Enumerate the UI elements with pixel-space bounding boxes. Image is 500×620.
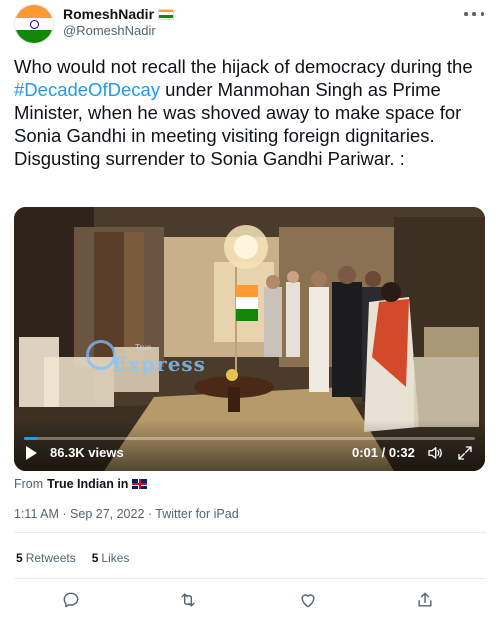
tweet-actions — [14, 588, 486, 614]
watermark-small-text: True — [135, 343, 152, 352]
hashtag-link[interactable]: #DecadeOfDecay — [14, 79, 160, 100]
tweet-card: RomeshNadir @RomeshNadir Who would not r… — [0, 0, 500, 620]
likes-label: Likes — [101, 551, 130, 565]
retweets-stat[interactable]: 5 Retweets — [16, 551, 76, 565]
view-count: 86.3K views — [50, 445, 124, 460]
more-options-icon[interactable] — [464, 8, 484, 20]
display-name[interactable]: RomeshNadir — [63, 6, 154, 22]
retweets-count: 5 — [16, 551, 23, 565]
like-icon[interactable] — [298, 590, 318, 610]
tweet-text-start: Who would not recall the hijack of democ… — [14, 56, 473, 77]
watermark-text: Express — [112, 352, 206, 376]
uk-flag-icon — [132, 479, 148, 489]
retweet-icon[interactable] — [178, 590, 198, 610]
engagement-stats: 5 Retweets 5 Likes — [16, 551, 129, 565]
reply-icon[interactable] — [61, 590, 81, 610]
likes-stat[interactable]: 5 Likes — [92, 551, 130, 565]
avatar[interactable] — [14, 4, 54, 44]
source-name[interactable]: True Indian in — [47, 477, 128, 491]
likes-count: 5 — [91, 551, 99, 565]
author-name-row[interactable]: RomeshNadir — [63, 6, 175, 22]
video-time: 0:01 / 0:32 — [352, 445, 415, 460]
tweet-timestamp[interactable]: 1:11 AM · Sep 27, 2022 · Twitter for iPa… — [14, 507, 239, 521]
source-prefix: From — [14, 477, 44, 491]
play-icon[interactable] — [26, 446, 37, 460]
fullscreen-icon[interactable] — [456, 444, 474, 462]
share-icon[interactable] — [415, 590, 435, 610]
tweet-text: Who would not recall the hijack of democ… — [14, 55, 486, 170]
video-progress-bar[interactable] — [24, 437, 475, 440]
divider — [14, 578, 486, 579]
retweets-label: Retweets — [25, 551, 76, 565]
video-progress-fill — [24, 437, 38, 440]
divider — [14, 532, 486, 533]
india-flag-icon — [158, 8, 175, 20]
video-source: From True Indian in — [14, 477, 148, 491]
volume-icon[interactable] — [426, 444, 444, 462]
author-handle[interactable]: @RomeshNadir — [63, 23, 156, 38]
